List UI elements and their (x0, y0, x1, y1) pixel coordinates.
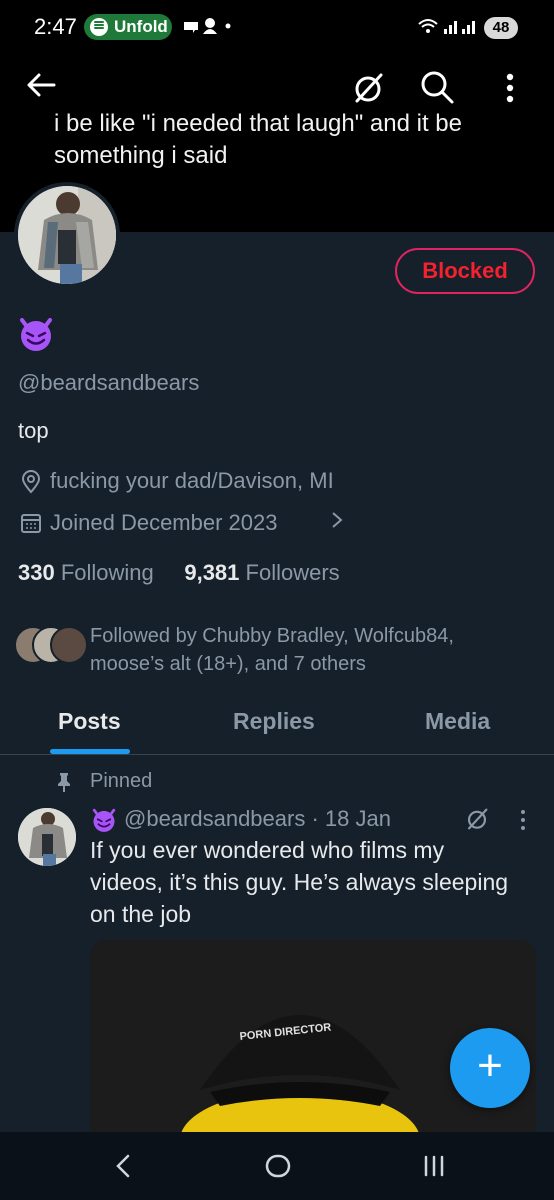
calendar-icon (20, 512, 42, 534)
mutual-followers-avatars[interactable] (14, 626, 88, 664)
tab-posts[interactable]: Posts (58, 708, 121, 735)
follow-stats: 330 Following 9,381 Followers (18, 560, 340, 586)
more-vertical-icon (506, 73, 514, 103)
followers-link[interactable]: 9,381 Followers (184, 560, 339, 585)
followers-count: 9,381 (184, 560, 240, 585)
avatar-image-icon (18, 186, 116, 284)
more-vertical-icon (521, 810, 525, 830)
post-author-avatar[interactable] (18, 808, 76, 866)
spotify-icon (90, 18, 108, 36)
battery-indicator: 48 (484, 17, 518, 39)
followed-by-text[interactable]: Followed by Chubby Bradley, Wolfcub84, m… (90, 622, 530, 678)
post-handle-date[interactable]: @beardsandbears · 18 Jan (124, 806, 391, 832)
grok-post-button[interactable] (464, 806, 490, 832)
search-icon (421, 71, 454, 104)
status-time: 2:47 (34, 14, 77, 39)
notification-glyphs-icon (184, 18, 231, 34)
slashed-circle-icon (355, 73, 383, 103)
nav-recents-button[interactable] (420, 1150, 448, 1182)
chevron-right-icon[interactable] (330, 509, 344, 537)
following-count: 330 (18, 560, 55, 585)
followers-label: Followers (245, 560, 340, 585)
following-label: Following (60, 560, 154, 585)
chevron-left-icon (116, 1154, 130, 1178)
search-button[interactable] (418, 68, 456, 106)
profile-handle: @beardsandbears (18, 370, 200, 395)
signal-icons (418, 16, 480, 39)
recents-icon (424, 1155, 444, 1177)
pin-icon (56, 772, 72, 792)
profile-bio: top (18, 418, 49, 443)
profile-avatar[interactable] (14, 182, 120, 288)
pinned-label: Pinned (90, 770, 153, 792)
profile-joined-date[interactable]: Joined December 2023 (50, 510, 277, 536)
tab-replies[interactable]: Replies (233, 708, 315, 735)
tab-divider (0, 754, 554, 755)
tab-media[interactable]: Media (425, 708, 490, 735)
slashed-circle-icon (467, 808, 488, 830)
nav-back-button[interactable] (110, 1150, 138, 1182)
location-pin-icon (20, 470, 42, 494)
blocked-button[interactable]: Blocked (395, 248, 535, 294)
profile-location: fucking your dad/Davison, MI (50, 468, 334, 493)
notification-icons (182, 16, 232, 41)
smiling-devil-icon (16, 314, 56, 354)
nav-home-button[interactable] (262, 1150, 294, 1182)
arrow-left-icon (27, 73, 56, 97)
back-button[interactable] (24, 68, 58, 102)
home-circle-icon (265, 1154, 291, 1178)
compose-post-button[interactable]: + (450, 1028, 530, 1108)
more-options-button[interactable] (496, 70, 524, 106)
post-more-button[interactable] (516, 806, 530, 834)
avatar-photo (18, 186, 116, 284)
banner-text: i be like "i needed that laugh" and it b… (54, 110, 462, 169)
grok-button[interactable] (350, 70, 386, 106)
avatar-image-icon (18, 808, 76, 866)
following-link[interactable]: 330 Following (18, 560, 154, 585)
wifi-signal-icon (418, 19, 475, 34)
spotify-track-label: Unfold (114, 17, 168, 36)
spotify-now-playing-pill[interactable]: Unfold (84, 14, 172, 40)
post-text: If you ever wondered who films my videos… (90, 837, 509, 927)
smiling-devil-icon (90, 806, 118, 834)
mutual-avatar (50, 626, 88, 664)
